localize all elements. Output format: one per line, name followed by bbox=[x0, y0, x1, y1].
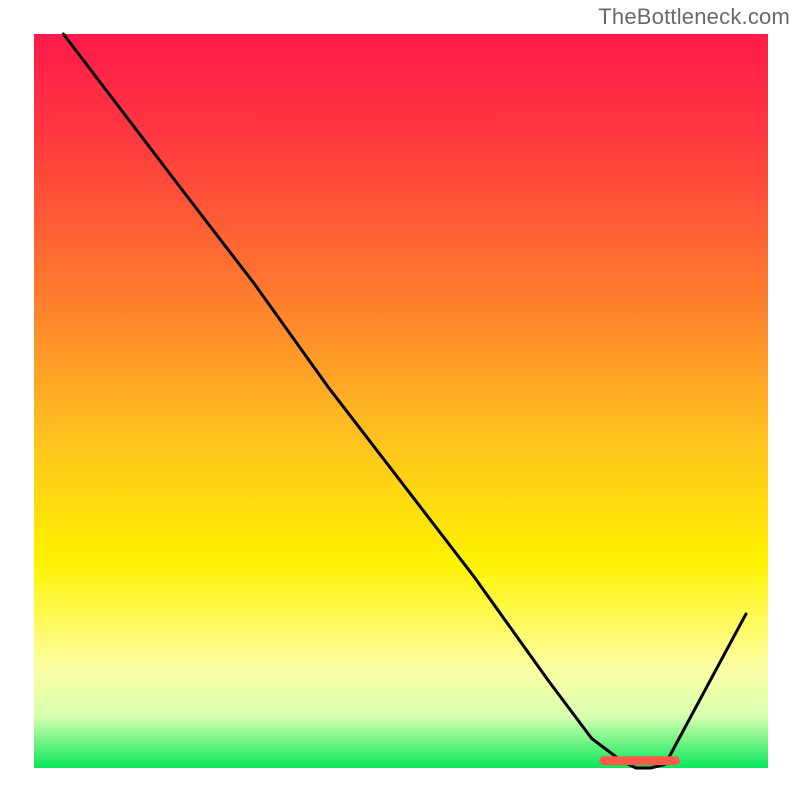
marker-band bbox=[599, 756, 680, 765]
chart-root: TheBottleneck.com bbox=[0, 0, 800, 800]
attribution-text: TheBottleneck.com bbox=[598, 4, 790, 30]
chart-canvas bbox=[0, 0, 800, 800]
plot-background bbox=[34, 34, 768, 768]
